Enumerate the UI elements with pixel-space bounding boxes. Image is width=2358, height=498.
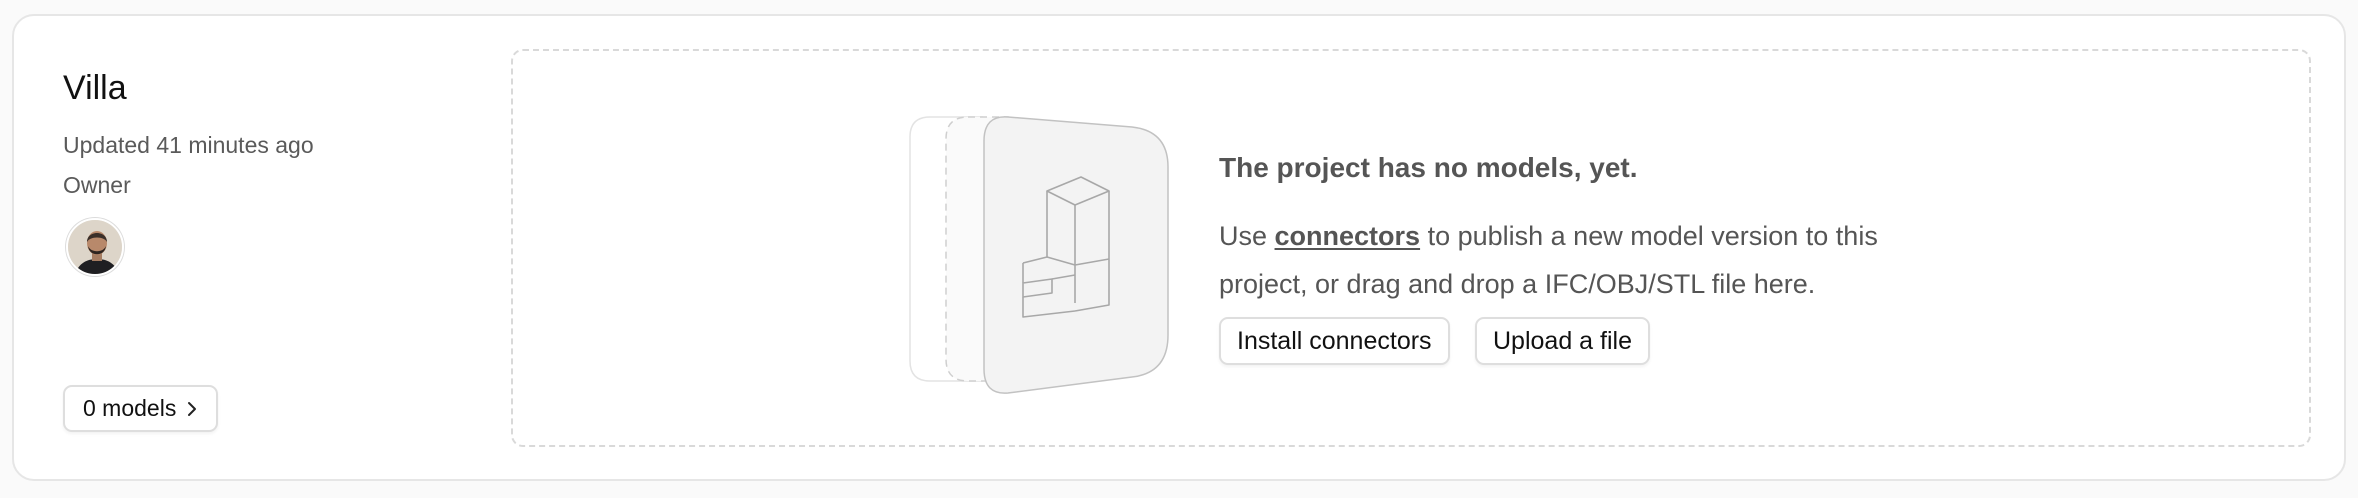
empty-state-title: The project has no models, yet. <box>1219 152 1638 183</box>
project-title[interactable]: Villa <box>63 68 127 109</box>
avatar-image <box>68 220 122 274</box>
desc-prefix: Use <box>1219 221 1275 251</box>
install-connectors-button[interactable]: Install connectors <box>1219 317 1450 365</box>
models-count-label: 0 models <box>83 395 177 421</box>
avatar[interactable] <box>66 218 124 276</box>
connectors-link[interactable]: connectors <box>1275 221 1421 251</box>
building-model-icon <box>900 115 1170 395</box>
chevron-right-icon <box>186 401 198 417</box>
models-count-button[interactable]: 0 models <box>63 385 219 432</box>
upload-file-button[interactable]: Upload a file <box>1475 317 1650 365</box>
updated-timestamp: Updated 41 minutes ago <box>63 132 314 158</box>
project-card: Villa Updated 41 minutes ago Owner 0 mod… <box>12 14 2346 481</box>
empty-state-description: Use connectors to publish a new model ve… <box>1219 212 1919 308</box>
project-role: Owner <box>63 172 131 198</box>
